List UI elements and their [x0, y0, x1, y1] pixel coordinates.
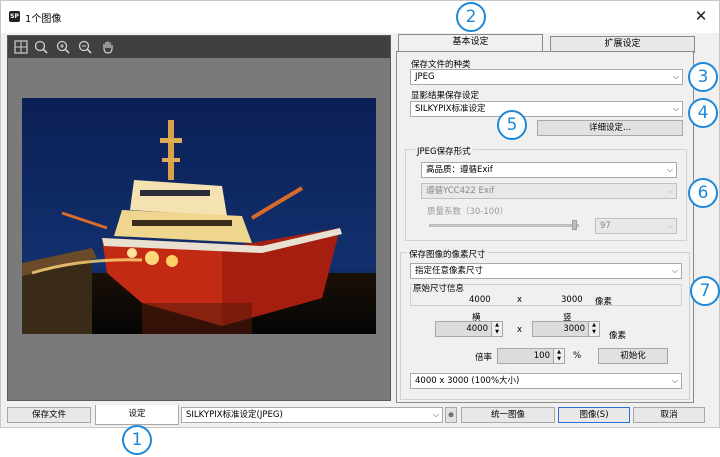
dialog-window: SP 1个图像 ✕ 基本设定 扩展设定 保存文件的种类 JPEG ⌵ 显影结果保… — [0, 0, 720, 428]
ratio-value: 100 — [533, 351, 550, 361]
callout-4: 4 — [688, 98, 718, 128]
initialize-button[interactable]: 初始化 — [598, 348, 668, 364]
stepper-arrows-icon[interactable]: ▲ ▼ — [588, 322, 599, 336]
size-times: x — [517, 325, 523, 335]
settings-panel: 保存文件的种类 JPEG ⌵ 显影结果保存设定 SILKYPIX标准设定 ⌵ 详细设… — [396, 51, 694, 403]
jpeg-format-label: JPEG保存形式 — [415, 145, 473, 157]
zoom-out-icon[interactable] — [77, 39, 93, 55]
size-unit: 像素 — [609, 331, 627, 341]
chevron-down-icon: ⌵ — [666, 221, 673, 230]
preview-toolbar — [8, 36, 390, 58]
preset-select[interactable]: SILKYPIX标准设定(JPEG) ⌵ — [181, 407, 443, 423]
pixel-size-mode-select[interactable]: 指定任意像素尺寸 ⌵ — [410, 263, 682, 279]
width-stepper[interactable]: 4000 ▲ ▼ — [435, 321, 503, 337]
detail-settings-button[interactable]: 详细设定... — [537, 120, 683, 136]
chevron-down-icon: ⌵ — [672, 72, 679, 81]
jpeg-quality-select[interactable]: 高品质：遵循Exif ⌵ — [421, 162, 677, 178]
preview-image — [22, 98, 376, 334]
stepper-arrows-icon[interactable]: ▲ ▼ — [553, 349, 564, 363]
ratio-stepper[interactable]: 100 ▲ ▼ — [497, 348, 565, 364]
settings-tab[interactable]: 设定 — [95, 405, 179, 425]
app-icon: SP — [9, 11, 20, 22]
original-size-label: 原始尺寸信息 — [413, 284, 465, 294]
original-height: 3000 — [561, 295, 583, 305]
develop-settings-label: 显影结果保存设定 — [411, 91, 480, 101]
ycc-select: 遵循YCC422 Exif ⌵ — [421, 183, 677, 199]
height-value: 3000 — [563, 324, 585, 334]
ycc-value: 遵循YCC422 Exif — [426, 186, 495, 196]
callout-5: 5 — [497, 110, 527, 140]
callout-1: 1 — [122, 425, 152, 455]
size-preset-value: 4000 x 3000 (100%大小) — [415, 376, 520, 386]
quality-factor-label: 质量系数（30-100） — [427, 207, 509, 217]
ratio-label: 倍率 — [475, 353, 493, 363]
pixel-size-label: 保存图像的像素尺寸 — [407, 248, 488, 260]
quality-factor-select: 97 ⌵ — [595, 218, 677, 234]
save-format-value: JPEG — [415, 72, 435, 82]
callout-6: 6 — [688, 178, 718, 208]
preview-pane — [7, 35, 391, 401]
chevron-down-icon: ⌵ — [666, 165, 673, 174]
callout-2: 2 — [456, 2, 486, 32]
chevron-down-icon: ⌵ — [432, 410, 439, 419]
zoom-icon[interactable] — [33, 39, 49, 55]
close-icon[interactable]: ✕ — [691, 7, 711, 25]
hand-icon[interactable] — [100, 39, 116, 55]
pixel-size-mode-value: 指定任意像素尺寸 — [415, 266, 484, 276]
quality-factor-slider — [429, 224, 579, 227]
chevron-down-icon: ⌵ — [671, 266, 678, 275]
original-unit: 像素 — [595, 297, 613, 307]
image-save-button[interactable]: 图像(S) — [558, 407, 630, 423]
cancel-button[interactable]: 取消 — [633, 407, 705, 423]
chevron-down-icon: ⌵ — [666, 186, 673, 195]
preset-value: SILKYPIX标准设定(JPEG) — [186, 410, 283, 420]
height-stepper[interactable]: 3000 ▲ ▼ — [532, 321, 600, 337]
chevron-down-icon: ⌵ — [672, 104, 679, 113]
develop-settings-select[interactable]: SILKYPIX标准设定 ⌵ — [410, 101, 683, 117]
jpeg-quality-value: 高品质：遵循Exif — [426, 165, 493, 175]
zoom-in-icon[interactable] — [55, 39, 71, 55]
original-width: 4000 — [469, 295, 491, 305]
size-preset-select[interactable]: 4000 x 3000 (100%大小) ⌵ — [410, 373, 682, 389]
quality-factor-slider-thumb — [572, 220, 577, 230]
develop-settings-value: SILKYPIX标准设定 — [415, 104, 486, 114]
callout-7: 7 — [690, 276, 720, 306]
save-file-tab[interactable]: 保存文件 — [7, 407, 91, 423]
ratio-percent: % — [573, 351, 582, 361]
original-x: x — [517, 295, 523, 305]
stepper-arrows-icon[interactable]: ▲ ▼ — [491, 322, 502, 336]
window-title: 1个图像 — [25, 14, 62, 25]
quality-factor-value: 97 — [600, 221, 611, 231]
preset-menu-icon[interactable]: ⊕ — [445, 407, 457, 423]
chevron-down-icon: ⌵ — [671, 376, 678, 385]
fit-grid-icon[interactable] — [13, 39, 29, 55]
width-value: 4000 — [466, 324, 488, 334]
title-bar: SP 1个图像 ✕ — [1, 1, 719, 33]
tab-basic-settings[interactable]: 基本设定 — [398, 34, 543, 52]
callout-3: 3 — [688, 62, 718, 92]
save-format-select[interactable]: JPEG ⌵ — [410, 69, 683, 85]
unify-images-button[interactable]: 统一图像 — [461, 407, 555, 423]
